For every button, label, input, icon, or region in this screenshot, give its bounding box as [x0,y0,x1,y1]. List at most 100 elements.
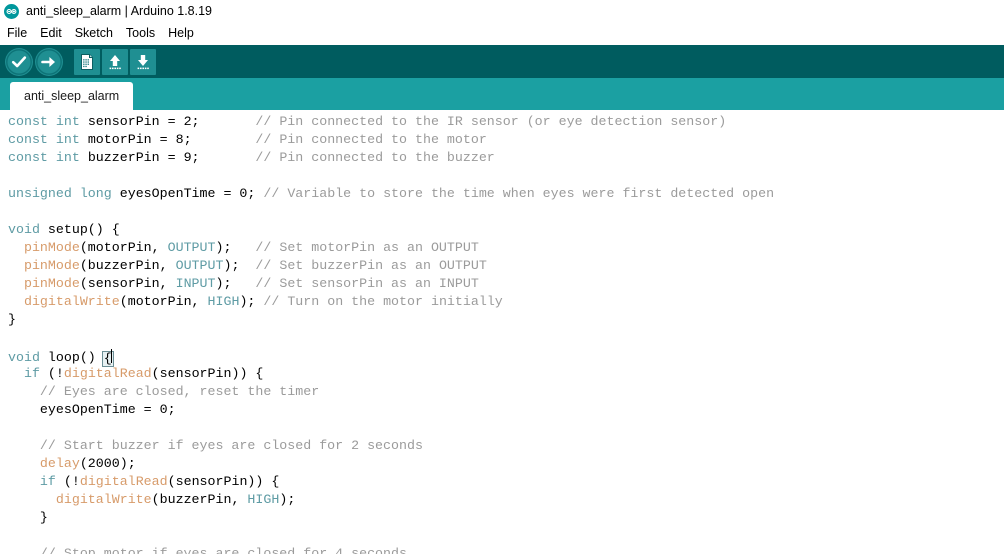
code-token-pl: } [8,312,16,327]
code-token-kw: int [55,132,88,147]
code-token-fn: pinMode [23,258,80,273]
open-button[interactable] [102,48,128,75]
code-line: if (!digitalRead(sensorPin)) { [0,473,1004,491]
save-button[interactable] [130,48,156,75]
code-line: void setup() { [0,221,1004,239]
code-line: pinMode(sensorPin, INPUT); // Set sensor… [0,275,1004,293]
code-token-pl: eyesOpenTime = 0; [8,402,176,417]
matching-brace-highlight: { [101,351,114,367]
menu-sketch[interactable]: Sketch [74,26,114,41]
code-token-pl: ); [223,258,240,273]
code-token-lit: HIGH [247,492,280,507]
code-token-cmt: // Stop motor if eyes are closed for 4 s… [8,546,407,554]
code-token-cmt: // Turn on the motor initially [263,294,503,309]
menu-help[interactable]: Help [167,26,195,41]
code-token-cmt: // Pin connected to the buzzer [231,150,495,165]
code-token-cmt: // Set motorPin as an OUTPUT [231,240,479,255]
code-token-fn: delay [39,456,80,471]
arrow-right-icon [36,48,62,75]
code-editor[interactable]: const int sensorPin = 2; // Pin connecte… [0,110,1004,554]
code-token-pl: (2000); [79,456,136,471]
code-token-lit: OUTPUT [175,258,224,273]
code-token-pl: ); [215,240,232,255]
arduino-logo-icon [4,3,19,19]
code-token-pl: buzzerPin = 9; [87,150,200,165]
code-token-pl: loop() [47,350,104,365]
code-token-pl: (motorPin, [79,240,168,255]
code-token-pl: eyesOpenTime = 0; [119,186,264,201]
code-line: pinMode(buzzerPin, OUTPUT); // Set buzze… [0,257,1004,275]
code-line: delay(2000); [0,455,1004,473]
tab-anti-sleep-alarm[interactable]: anti_sleep_alarm [10,82,134,110]
arduino-ide-window: anti_sleep_alarm | Arduino 1.8.19 File E… [0,0,1004,554]
menu-tools[interactable]: Tools [125,26,156,41]
new-button[interactable] [74,48,100,75]
code-token-kw: void [8,222,48,237]
code-token-pl: (sensorPin, [79,276,176,291]
code-line: pinMode(motorPin, OUTPUT); // Set motorP… [0,239,1004,257]
code-token-fn: digitalRead [79,474,168,489]
code-line: } [0,509,1004,527]
verify-button[interactable] [5,47,33,76]
code-token-pl: ); [239,294,264,309]
code-token-kw: int [55,150,88,165]
code-token-cmt: // Set sensorPin as an INPUT [231,276,479,291]
new-document-icon [77,52,97,72]
code-token-lit: INPUT [175,276,216,291]
tab-bar: anti_sleep_alarm [0,78,1004,110]
code-token-kw: const [8,114,56,129]
code-token-fn: pinMode [23,276,80,291]
code-line: digitalWrite(buzzerPin, HIGH); [0,491,1004,509]
menu-edit[interactable]: Edit [39,26,63,41]
upload-button[interactable] [35,47,63,76]
code-token-fn: digitalWrite [55,492,152,507]
code-line: void loop() { [0,347,1004,367]
window-title: anti_sleep_alarm | Arduino 1.8.19 [26,3,213,18]
code-token-cmt: // Pin connected to the motor [231,132,487,147]
code-line: digitalWrite(motorPin, HIGH); // Turn on… [0,293,1004,311]
check-icon [6,48,32,75]
code-token-pl: (buzzerPin, [151,492,248,507]
text-caret [110,349,112,363]
code-line: const int motorPin = 8; // Pin connected… [0,131,1004,149]
code-token-kw: int [55,114,88,129]
code-token-pl: (sensorPin)) { [167,474,280,489]
code-line: // Stop motor if eyes are closed for 4 s… [0,545,1004,554]
arrow-up-icon [105,52,125,72]
toolbar [0,45,1004,78]
code-line: if (!digitalRead(sensorPin)) { [0,365,1004,383]
code-token-fn: pinMode [23,240,80,255]
menu-file[interactable]: File [6,26,28,41]
code-line: const int buzzerPin = 9; // Pin connecte… [0,149,1004,167]
code-token-pl: (! [47,366,64,381]
code-token-pl: sensorPin = 2; [87,114,200,129]
code-token-cmt: // Eyes are closed, reset the timer [8,384,320,399]
code-token-kw: void [8,350,48,365]
code-token-kw: const [8,132,56,147]
code-token-cmt: // Start buzzer if eyes are closed for 2… [8,438,423,453]
code-line: unsigned long eyesOpenTime = 0; // Varia… [0,185,1004,203]
code-token-kw: const [8,150,56,165]
code-token-cmt: // Set buzzerPin as an OUTPUT [239,258,487,273]
code-line: const int sensorPin = 2; // Pin connecte… [0,113,1004,131]
tab-label: anti_sleep_alarm [24,89,120,103]
code-token-pl: (! [63,474,80,489]
code-token-kw: if [39,474,64,489]
title-bar: anti_sleep_alarm | Arduino 1.8.19 [0,0,1004,22]
code-line: eyesOpenTime = 0; [0,401,1004,419]
menu-bar: File Edit Sketch Tools Help [0,23,1004,43]
